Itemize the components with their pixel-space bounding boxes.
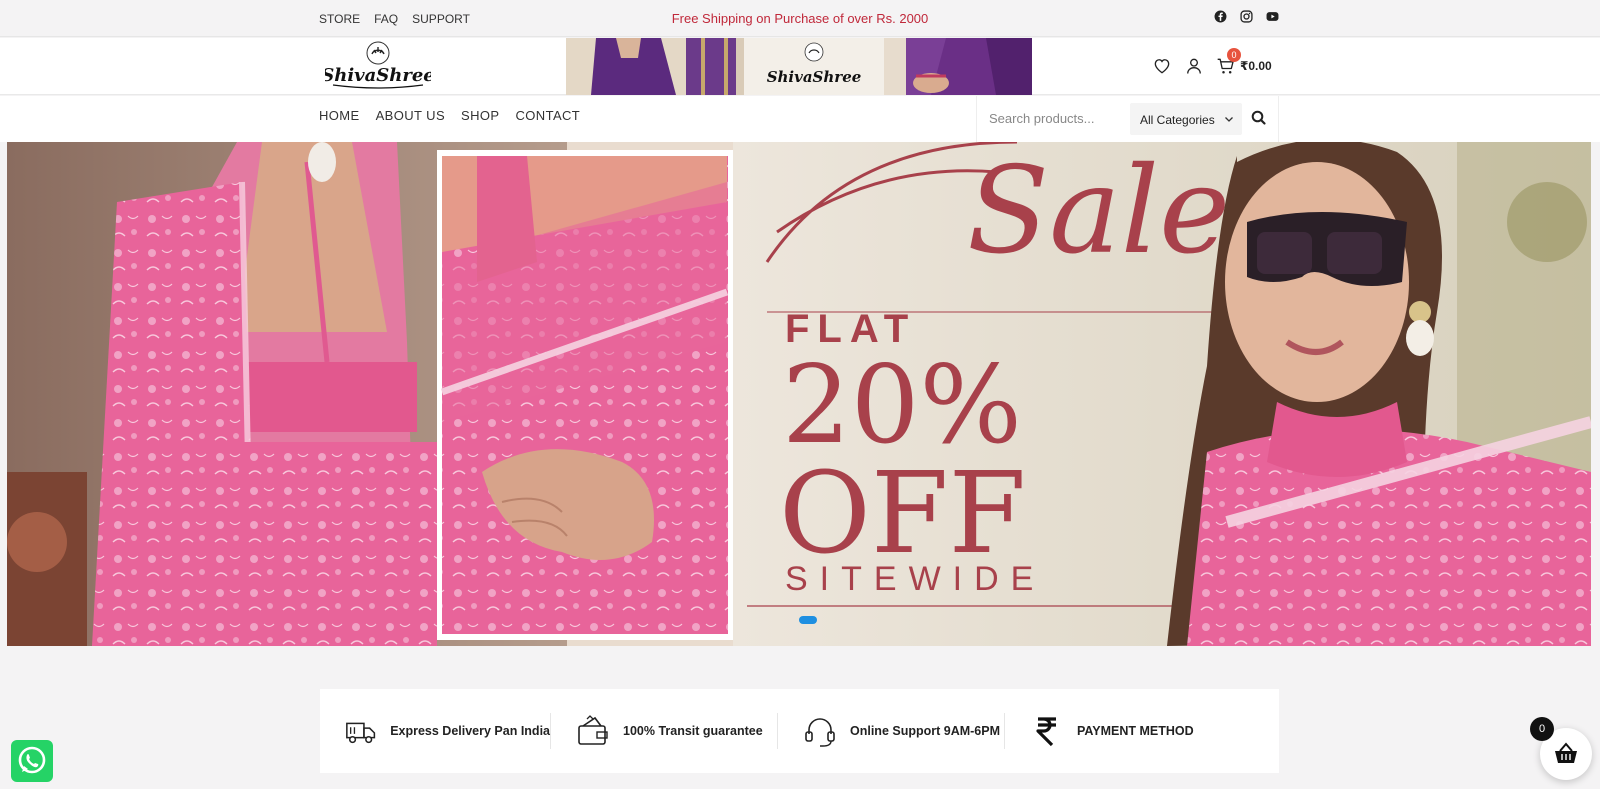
wallet-icon	[578, 715, 608, 745]
cart-total: ₹0.00	[1240, 59, 1272, 73]
rupee-icon	[1036, 717, 1056, 747]
slider-dot-active[interactable]	[799, 616, 817, 624]
account-user-icon[interactable]	[1184, 56, 1204, 76]
nav-item-about-us[interactable]: ABOUT US	[376, 108, 445, 123]
site-logo[interactable]: ShivaShree	[321, 40, 435, 92]
feature-item: Online Support 9AM-6PM	[778, 713, 1005, 749]
feature-label: PAYMENT METHOD	[1077, 724, 1194, 738]
nav-item-shop[interactable]: SHOP	[461, 108, 499, 123]
features-bar: Express Delivery Pan India 100% Transit …	[320, 689, 1279, 773]
category-select[interactable]: All Categories	[1130, 103, 1242, 135]
nav-links: HOME ABOUT US SHOP CONTACT	[319, 108, 580, 123]
cart-button[interactable]: 0 ₹0.00	[1216, 48, 1272, 76]
feature-label: Express Delivery Pan India	[390, 724, 550, 738]
headset-icon	[805, 718, 835, 747]
header-banner: ShivaShree	[566, 38, 1032, 95]
free-shipping-promo: Free Shipping on Purchase of over Rs. 20…	[671, 11, 929, 26]
delivery-truck-icon	[346, 722, 376, 744]
product-search: All Categories	[976, 96, 1279, 142]
hero-script-text: Sale	[967, 142, 1230, 281]
youtube-icon[interactable]	[1266, 10, 1279, 23]
banner-logo-text: ShivaShree	[767, 68, 862, 86]
top-bar: STORE FAQ SUPPORT Free Shipping on Purch…	[0, 0, 1600, 37]
feature-label: 100% Transit guarantee	[623, 724, 763, 738]
feature-item: PAYMENT METHOD	[1005, 713, 1205, 749]
search-icon[interactable]	[1249, 108, 1269, 128]
feature-item: Express Delivery Pan India	[320, 713, 551, 749]
wishlist-heart-icon[interactable]	[1152, 56, 1172, 76]
logo-text: ShivaShree	[325, 65, 431, 86]
basket-count-badge: 0	[1530, 717, 1554, 741]
basket-icon	[1555, 742, 1577, 763]
nav-item-contact[interactable]: CONTACT	[515, 108, 580, 123]
main-navigation: HOME ABOUT US SHOP CONTACT All Categorie…	[0, 96, 1600, 142]
chevron-down-icon	[1225, 117, 1233, 122]
hero-slider[interactable]: Sale FLAT 20% OFF SITEWIDE	[7, 142, 1591, 646]
whatsapp-icon	[18, 746, 46, 774]
social-links	[1214, 10, 1279, 23]
whatsapp-chat-button[interactable]	[11, 740, 53, 782]
instagram-icon[interactable]	[1240, 10, 1253, 23]
feature-label: Online Support 9AM-6PM	[850, 724, 1000, 738]
header-icons: 0 ₹0.00	[1152, 48, 1272, 76]
nav-item-home[interactable]: HOME	[319, 108, 360, 123]
category-select-value: All Categories	[1140, 113, 1215, 127]
hero-sitewide-text: SITEWIDE	[785, 560, 1045, 598]
feature-item: 100% Transit guarantee	[551, 713, 778, 749]
facebook-icon[interactable]	[1214, 10, 1227, 23]
site-header: ShivaShree ShivaShree 0 ₹0.00	[0, 38, 1600, 95]
cart-count-badge: 0	[1227, 48, 1241, 62]
search-input[interactable]	[989, 108, 1124, 128]
hero-slide-image: Sale FLAT 20% OFF SITEWIDE	[7, 142, 1591, 646]
